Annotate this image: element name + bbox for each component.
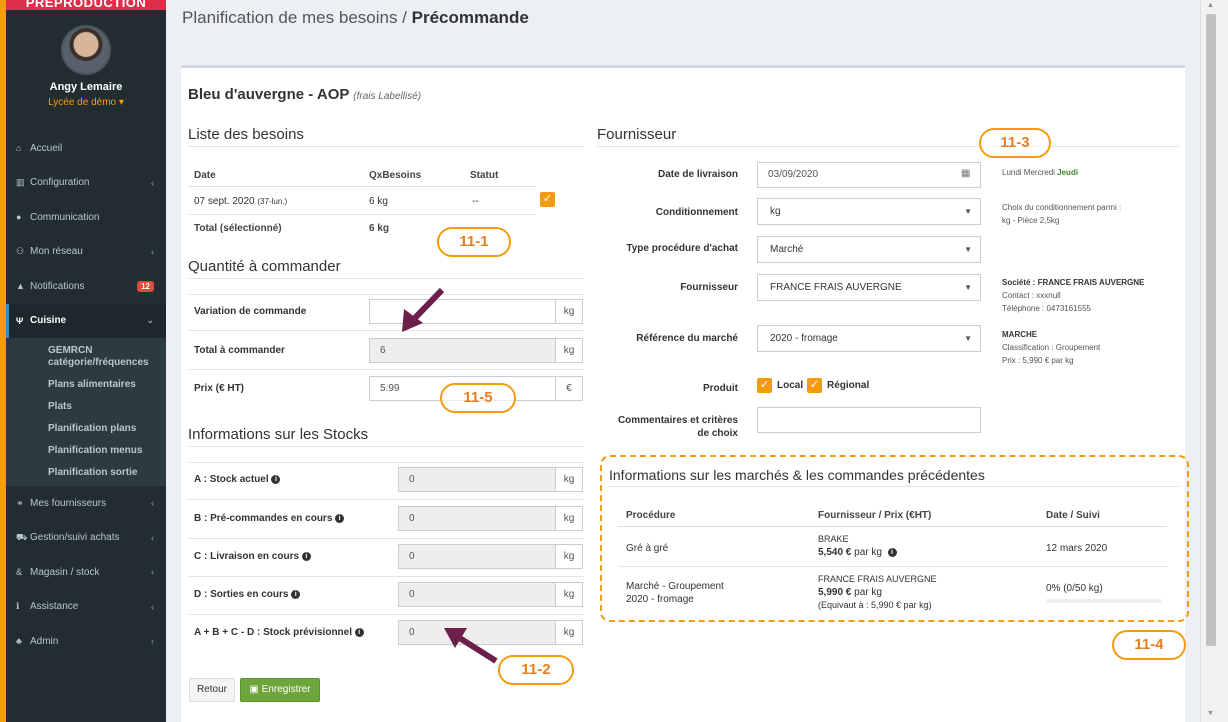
arrow-to-stock-previsionnel: [456, 634, 498, 664]
annotation-arrows: [402, 287, 498, 664]
arrow-to-total: [410, 287, 445, 323]
